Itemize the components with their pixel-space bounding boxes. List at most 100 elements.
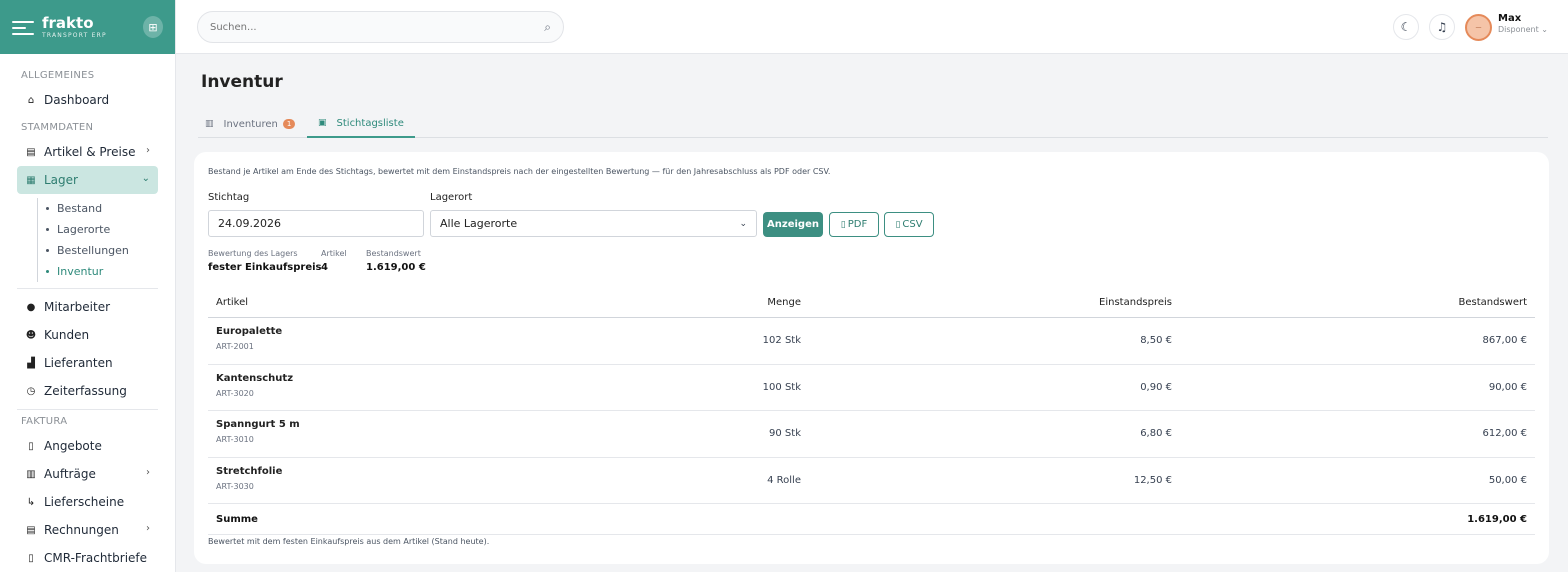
stat-label: Artikel [321,249,347,258]
user-menu[interactable]: Max Disponent ⌄ [1498,13,1548,35]
brand-subtitle: TRANSPORT ERP [42,31,107,39]
stichtag-table: Artikel Menge Einstandspreis Bestandswer… [208,288,1535,535]
pdf-export-button[interactable]: ▯ PDF [829,212,879,237]
search-input[interactable] [210,21,545,33]
notifications-button[interactable]: ♫ [1429,14,1455,40]
sidebar-item-cmr[interactable]: ▯ CMR-Frachtbriefe [17,544,158,572]
divider [17,288,158,289]
brand-name: frakto [42,13,94,32]
article-name: Spanngurt 5 m [216,419,300,430]
sidebar-subitem-bestellungen[interactable]: Bestellungen [46,240,158,261]
stock-value: 867,00 € [1482,335,1527,346]
unit-price: 0,90 € [1140,381,1172,393]
chevron-down-icon: ⌄ [739,218,747,229]
clock-icon: ◷ [26,385,36,397]
pdf-label: PDF [847,219,868,230]
anzeigen-button[interactable]: Anzeigen [763,212,823,237]
stichtag-value: 24.09.2026 [218,217,281,230]
sidebar-item-label: Lieferscheine [44,495,125,509]
sidebar-item-dashboard[interactable]: ⌂ Dashboard [17,86,158,114]
column-header-menge[interactable]: Menge [767,297,801,308]
stock-value: 90,00 € [1488,381,1527,393]
avatar[interactable]: — [1465,14,1492,41]
column-header-bestandswert[interactable]: Bestandswert [1458,297,1527,308]
column-header-artikel[interactable]: Artikel [216,297,248,308]
document-icon: ▯ [28,552,34,564]
article-code: ART-3030 [216,481,254,491]
main-content: Inventur ▥ Inventuren 1 ▣ Stichtagsliste… [176,54,1568,572]
quantity: 100 Stk [762,381,801,393]
article-code: ART-2001 [216,342,254,351]
stat-bestandswert: Bestandswert 1.619,00 € [366,248,426,275]
sidebar-subitem-bestand[interactable]: Bestand [46,198,158,219]
sidebar-subitem-lagerorte[interactable]: Lagerorte [46,219,158,240]
sidebar-item-lager[interactable]: ▦ Lager ⌄ [17,166,158,194]
clipboard-icon: ▥ [205,119,214,129]
chevron-right-icon: › [146,145,150,156]
sidebar-item-label: CMR-Frachtbriefe [44,551,148,565]
sidebar-item-label: Mitarbeiter [44,300,111,314]
home-icon: ⌂ [27,94,35,106]
menu-toggle-icon[interactable] [12,19,34,35]
lager-submenu: Bestand Lagerorte Bestellungen Inventur [37,198,158,282]
quantity: 4 Rolle [767,474,801,486]
dark-mode-toggle[interactable]: ☾ [1393,14,1419,40]
tab-label: Stichtagsliste [336,117,404,129]
footnote: Bewertet mit dem festen Einkaufspreis au… [208,537,490,546]
unit-price: 12,50 € [1133,474,1172,486]
sidebar-item-mitarbeiter[interactable]: ● Mitarbeiter [17,293,158,321]
sidebar-item-label: Angebote [44,439,102,453]
sidebar-item-rechnungen[interactable]: ▤ Rechnungen › [17,516,158,544]
lagerort-label: Lagerort [430,192,473,203]
user-icon: ● [26,301,36,313]
chevron-down-icon: ⌄ [1541,25,1548,34]
stat-label: Bestandswert [366,249,421,258]
lagerort-select[interactable]: Alle Lagerorte ⌄ [430,210,757,237]
article-name: Kantenschutz [216,372,294,384]
sidebar-nav: ALLGEMEINES ⌂ Dashboard STAMMDATEN ▤ Art… [0,54,175,572]
tab-label: Inventuren [223,118,278,130]
boxes-icon: ▤ [26,146,36,158]
sidebar-item-angebote[interactable]: ▯ Angebote [17,432,158,460]
sidebar-item-lieferanten[interactable]: ▟ Lieferanten [17,349,158,377]
sidebar-item-zeiterfassung[interactable]: ◷ Zeiterfassung [17,377,158,405]
stichtag-label: Stichtag [208,192,250,203]
sidebar-item-label: Dashboard [44,93,110,107]
csv-export-button[interactable]: ▯ CSV [884,212,934,237]
sidebar-item-kunden[interactable]: ☻ Kunden [17,321,158,349]
stichtag-date-field[interactable]: 24.09.2026 [208,210,424,237]
sidebar-subitem-inventur[interactable]: Inventur [46,261,158,282]
warehouse-icon: ▦ [26,174,36,186]
sidebar-item-auftraege[interactable]: ▥ Aufträge › [17,460,158,488]
apps-grid-icon[interactable]: ⊞ [143,16,163,38]
stat-label: Bewertung des Lagers [208,249,298,258]
lagerort-value: Alle Lagerorte [440,217,518,230]
sidebar-item-label: Lieferanten [44,356,113,370]
tab-inventuren[interactable]: ▥ Inventuren 1 [205,110,296,138]
sidebar: frakto TRANSPORT ERP ⊞ ALLGEMEINES ⌂ Das… [0,0,176,572]
section-label-allgemeines: ALLGEMEINES [21,70,95,81]
table-header-row: Artikel Menge Einstandspreis Bestandswer… [208,288,1535,318]
table-row: Stretchfolie ART-3030 4 Rolle 12,50 € 50… [208,458,1535,504]
sidebar-item-lieferscheine[interactable]: ↳ Lieferscheine [17,488,158,516]
sidebar-item-artikel[interactable]: ▤ Artikel & Preise › [17,138,158,166]
tab-bar: ▥ Inventuren 1 ▣ Stichtagsliste [198,110,1548,138]
search-bar[interactable]: ⌕ [197,11,564,43]
column-header-einstandspreis[interactable]: Einstandspreis [1099,297,1172,308]
brand-logo[interactable]: frakto TRANSPORT ERP [42,13,107,39]
bell-icon: ♫ [1436,20,1448,34]
tab-stichtagsliste[interactable]: ▣ Stichtagsliste [307,110,415,138]
sidebar-item-label: Rechnungen [44,523,119,537]
factory-icon: ▟ [27,357,35,369]
file-pdf-icon: ▯ [840,219,846,230]
calendar-check-icon: ▣ [318,118,327,128]
stock-value: 50,00 € [1488,474,1527,486]
sidebar-item-label: Kunden [44,328,90,342]
stat-value: fester Einkaufspreis [208,262,322,273]
article-name: Stretchfolie [216,465,283,477]
search-icon[interactable]: ⌕ [544,20,551,35]
dolly-icon: ↳ [26,496,36,508]
section-label-stammdaten: STAMMDATEN [21,122,94,133]
count-badge: 1 [282,119,296,129]
file-icon: ▯ [28,440,34,452]
